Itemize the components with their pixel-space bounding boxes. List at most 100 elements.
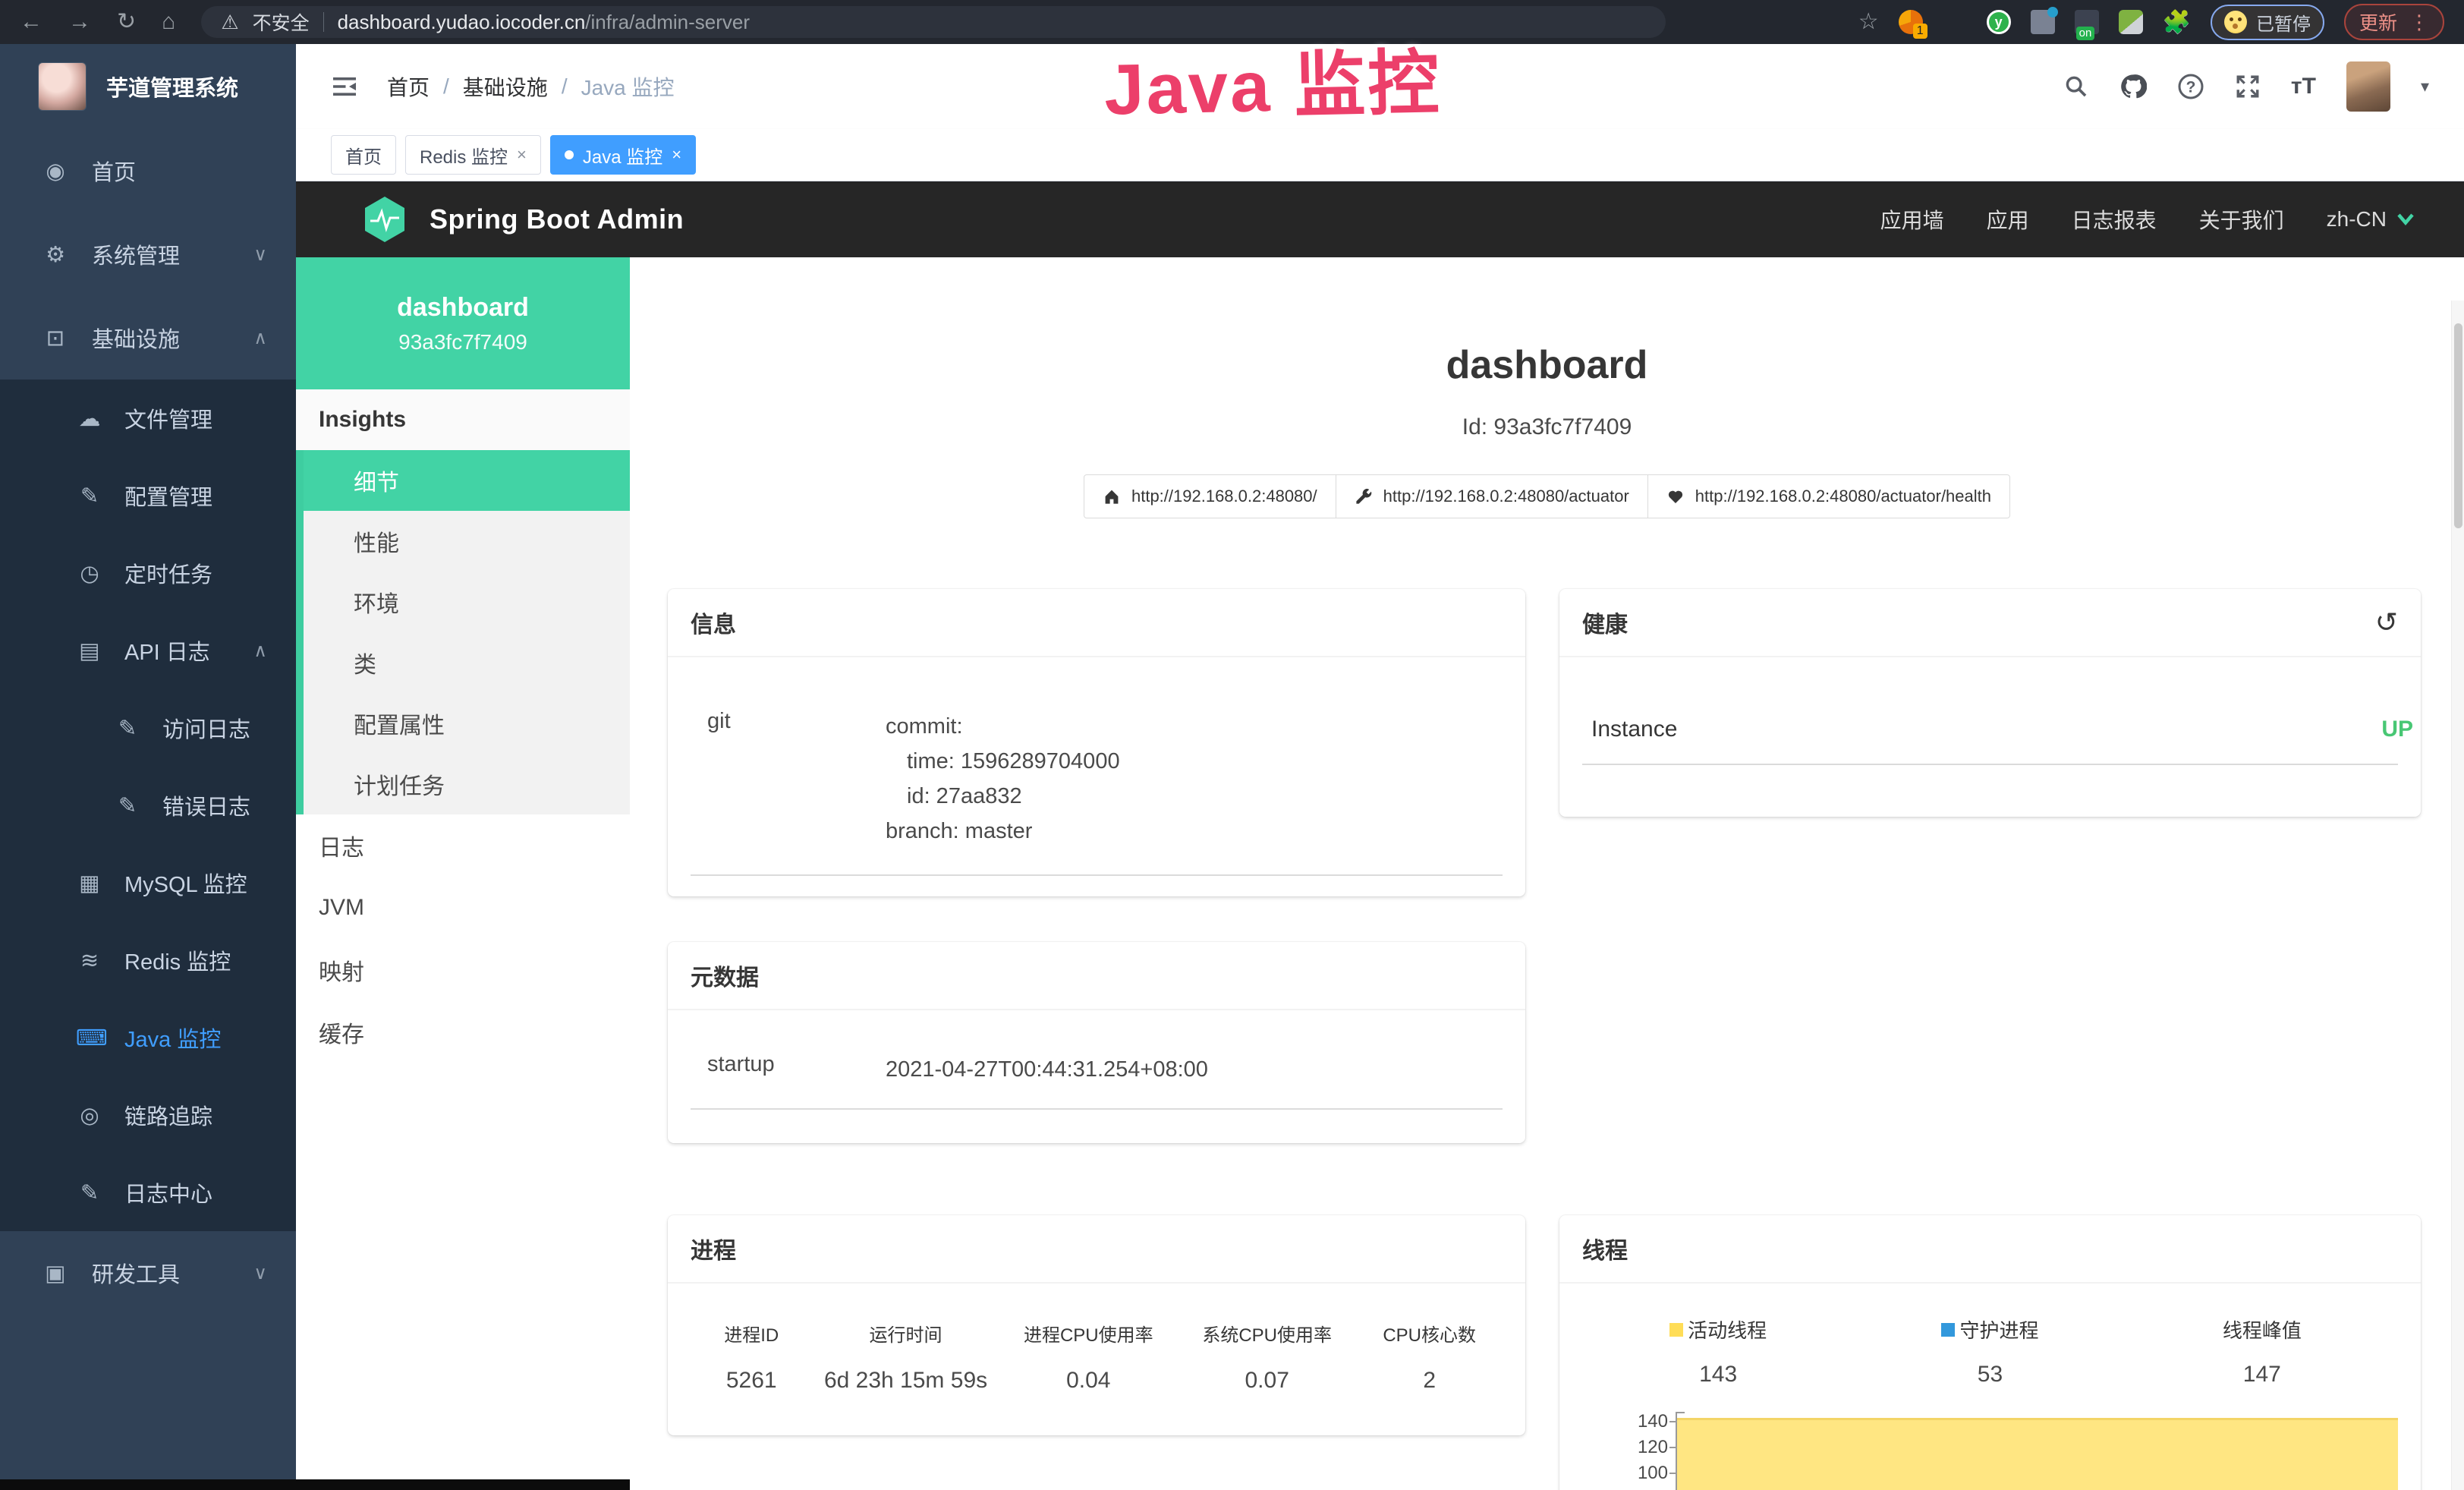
sba-menu-jvm[interactable]: JVM [296, 877, 630, 939]
sidebar-item-infra[interactable]: ⊡ 基础设施 ∧ [0, 296, 296, 380]
extensions-puzzle-icon[interactable]: 🧩 [2163, 9, 2191, 36]
help-icon[interactable]: ? [2177, 73, 2204, 100]
divider [691, 874, 1503, 876]
home-icon[interactable]: ⌂ [162, 11, 175, 33]
sidebar-item-label: 研发工具 [92, 1257, 180, 1289]
app-main: 首页 / 基础设施 / Java 监控 ? [296, 44, 2464, 1490]
sidebar-item-label: API 日志 [124, 635, 210, 666]
tab-home[interactable]: 首页 [331, 135, 396, 175]
user-avatar[interactable] [2346, 61, 2390, 112]
extension-icon-on[interactable] [2075, 10, 2099, 34]
sba-menu-classes[interactable]: 类 [304, 632, 630, 693]
close-icon[interactable]: × [517, 145, 527, 165]
yellow-swatch-icon [1669, 1323, 1683, 1337]
close-icon[interactable]: × [672, 145, 681, 165]
forward-icon[interactable]: → [68, 11, 91, 33]
sidebar-item-files[interactable]: ☁ 文件管理 [0, 380, 296, 457]
sba-menu-environment[interactable]: 环境 [304, 572, 630, 632]
paused-profile-chip[interactable]: 已暂停 [2211, 5, 2324, 40]
sidebar-item-label: 基础设施 [92, 322, 180, 354]
tab-redis-monitor[interactable]: Redis 监控 × [405, 135, 541, 175]
app-shell: 芋道管理系统 ◉ 首页 ⚙ 系统管理 ∨ ⊡ 基础设施 ∧ [0, 44, 2464, 1490]
scrollbar-thumb[interactable] [2454, 323, 2462, 528]
sidebar-item-log-center[interactable]: ✎ 日志中心 [0, 1154, 296, 1231]
search-icon[interactable] [2063, 74, 2089, 99]
breadcrumb-separator: / [562, 74, 568, 99]
sba-menu-metrics[interactable]: 性能 [304, 511, 630, 572]
sba-brand-title[interactable]: Spring Boot Admin [430, 203, 684, 235]
info-value: commit: time: 1596289704000 id: 27aa832 … [886, 709, 1503, 849]
tab-java-monitor[interactable]: Java 监控 × [550, 135, 696, 175]
update-browser-button[interactable]: 更新 ⋮ [2344, 4, 2444, 40]
status-badge: UP [2381, 717, 2413, 742]
sidebar-item-devtools[interactable]: ▣ 研发工具 ∨ [0, 1231, 296, 1315]
chevron-down-icon: ∨ [253, 244, 267, 266]
extension-icon-drop[interactable] [1943, 10, 1967, 34]
health-row[interactable]: Instance UP [1559, 657, 2421, 742]
sba-menu-config-props[interactable]: 配置属性 [304, 693, 630, 754]
extension-icon-green[interactable]: y [1987, 10, 2011, 34]
user-menu-caret-icon[interactable]: ▾ [2421, 77, 2429, 96]
sba-menu-mappings[interactable]: 映射 [296, 939, 630, 1001]
app-logo[interactable]: 芋道管理系统 [0, 44, 296, 129]
extension-icon-orange[interactable]: 1 [1899, 10, 1923, 34]
sba-nav-about[interactable]: 关于我们 [2199, 204, 2284, 235]
sidebar-item-label: 访问日志 [162, 712, 250, 744]
wrench-icon [1355, 487, 1373, 506]
sidebar-item-label: 链路追踪 [124, 1099, 212, 1131]
git-id-line: id: 27aa832 [886, 779, 1503, 814]
sidebar-item-mysql[interactable]: ▦ MySQL 监控 [0, 844, 296, 921]
sba-logo-icon[interactable] [363, 195, 407, 244]
breadcrumb-section[interactable]: 基础设施 [463, 71, 548, 102]
back-icon[interactable]: ← [20, 11, 42, 33]
sidebar-item-home[interactable]: ◉ 首页 [0, 129, 296, 213]
sidebar-item-config[interactable]: ✎ 配置管理 [0, 457, 296, 534]
info-card-header: 信息 [668, 589, 1525, 657]
sidebar-item-jobs[interactable]: ◷ 定时任务 [0, 534, 296, 612]
sba-menu-details[interactable]: 细节 [304, 450, 630, 511]
health-url-chip[interactable]: http://192.168.0.2:48080/actuator/health [1647, 474, 2010, 518]
actuator-url-chip[interactable]: http://192.168.0.2:48080/actuator [1336, 474, 1648, 518]
sidebar-item-error-log[interactable]: ✎ 错误日志 [0, 767, 296, 844]
instance-header[interactable]: dashboard 93a3fc7f7409 [296, 257, 630, 389]
page-url[interactable]: dashboard.yudao.iocoder.cn/infra/admin-s… [338, 11, 750, 34]
sba-menu-scheduled-tasks[interactable]: 计划任务 [304, 754, 630, 814]
sidebar-item-system[interactable]: ⚙ 系统管理 ∨ [0, 213, 296, 296]
sba-nav-applications[interactable]: 应用 [1987, 204, 2029, 235]
scrollbar[interactable] [2451, 301, 2464, 1490]
sba-locale-select[interactable]: zh-CN [2327, 207, 2415, 232]
threads-card: 线程 活动线程 143 守护进程 [1559, 1215, 2421, 1490]
breadcrumb-home[interactable]: 首页 [387, 71, 430, 102]
github-icon[interactable] [2119, 73, 2147, 100]
process-card-header: 进程 [668, 1215, 1525, 1284]
cloud-icon: ☁ [76, 405, 103, 432]
reload-icon[interactable]: ↻ [117, 11, 136, 33]
home-icon [1103, 487, 1121, 506]
sidebar-item-access-log[interactable]: ✎ 访问日志 [0, 689, 296, 767]
sba-menu-logs[interactable]: 日志 [296, 814, 630, 877]
fullscreen-icon[interactable] [2235, 74, 2261, 99]
instance-id-line: Id: 93a3fc7f7409 [630, 414, 2464, 440]
address-bar[interactable]: ⚠ 不安全 dashboard.yudao.iocoder.cn/infra/a… [201, 6, 1666, 38]
service-url-chip[interactable]: http://192.168.0.2:48080/ [1084, 474, 1336, 518]
sba-menu-caches[interactable]: 缓存 [296, 1001, 630, 1063]
security-warning-icon[interactable]: ⚠ [221, 11, 238, 34]
divider [1582, 764, 2398, 765]
extension-icon-plant[interactable] [2119, 10, 2143, 34]
spring-boot-admin: Spring Boot Admin 应用墙 应用 日志报表 关于我们 zh-CN [296, 181, 2464, 1490]
font-size-icon[interactable]: тT [2291, 74, 2316, 99]
svg-text:?: ? [2186, 79, 2196, 96]
sba-nav-journal[interactable]: 日志报表 [2072, 204, 2157, 235]
sidebar-item-java[interactable]: ⌨ Java 监控 [0, 999, 296, 1076]
browser-menu-icon[interactable]: ⋮ [2409, 11, 2429, 34]
sidebar-item-tracing[interactable]: ◎ 链路追踪 [0, 1076, 296, 1154]
sidebar-item-redis[interactable]: ≋ Redis 监控 [0, 921, 296, 999]
sba-nav-wallboard[interactable]: 应用墙 [1880, 204, 1944, 235]
extension-icon-grid[interactable] [2031, 10, 2055, 34]
bookmark-star-icon[interactable]: ☆ [1858, 11, 1879, 33]
sidebar-collapse-icon[interactable] [331, 73, 358, 100]
chevron-down-icon [2396, 213, 2415, 226]
breadcrumb-separator: / [443, 74, 449, 99]
sidebar-item-api-log[interactable]: ▤ API 日志 ∧ [0, 612, 296, 689]
history-icon[interactable]: ↺ [2375, 606, 2398, 638]
